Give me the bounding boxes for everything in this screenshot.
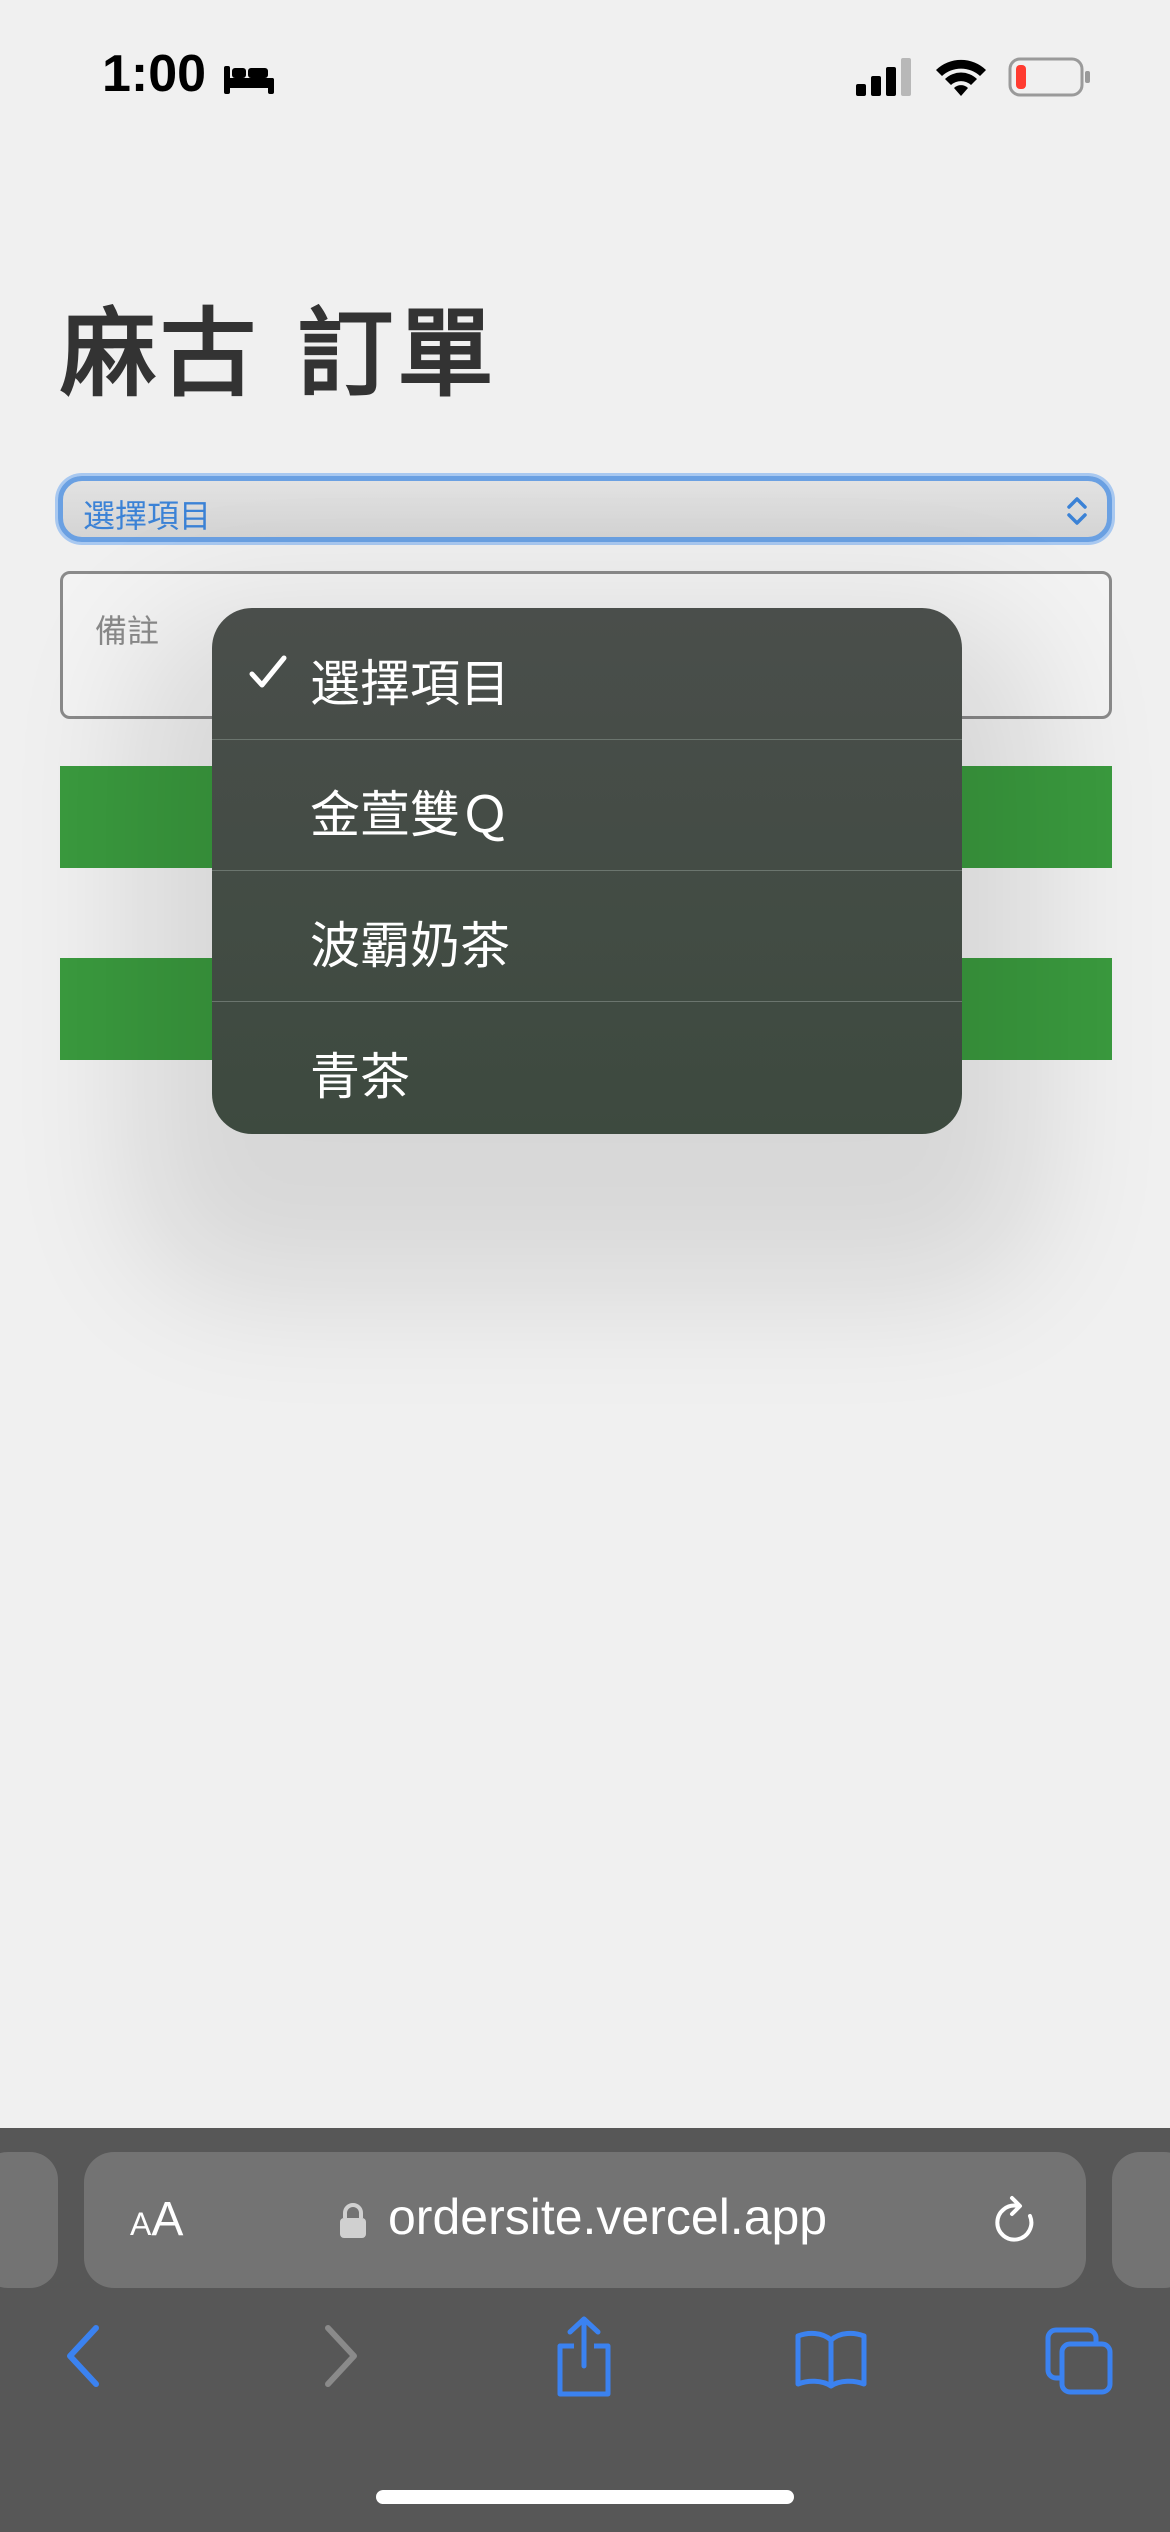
item-select[interactable]: 選擇項目 [58, 476, 1112, 542]
share-icon[interactable] [552, 2316, 616, 2398]
wifi-icon [936, 59, 986, 96]
back-icon[interactable] [62, 2322, 106, 2390]
dropdown-option-green-tea[interactable]: 青茶 [212, 1001, 962, 1132]
page-settings-button[interactable]: AA [130, 2192, 183, 2247]
dropdown-option-select-item[interactable]: 選擇項目 [212, 608, 962, 740]
lock-icon [340, 2203, 366, 2238]
page-title: 麻古 訂單 [60, 298, 498, 410]
select-chevrons-icon [1067, 497, 1087, 525]
dropdown-option-label: 波霸奶茶 [310, 917, 510, 975]
cellular-signal-icon [856, 58, 911, 96]
battery-low-icon [1008, 57, 1090, 97]
sleep-mode-icon [224, 66, 274, 94]
note-placeholder: 備註 [95, 612, 160, 650]
forward-icon[interactable] [318, 2322, 362, 2390]
dropdown-option-label: 青茶 [310, 1048, 410, 1106]
dropdown-option-label: 金萱雙Ｑ [310, 786, 510, 844]
dropdown-option-boba-milk-tea[interactable]: 波霸奶茶 [212, 870, 962, 1002]
item-select-value: 選擇項目 [83, 497, 212, 535]
select-dropdown-menu: 選擇項目 金萱雙Ｑ 波霸奶茶 青茶 [212, 608, 962, 1134]
dropdown-option-label: 選擇項目 [310, 655, 510, 713]
next-tab-preview[interactable] [1112, 2152, 1170, 2288]
previous-tab-preview[interactable] [0, 2152, 58, 2288]
url-text: ordersite.vercel.app [388, 2189, 828, 2245]
status-time: 1:00 [102, 45, 207, 103]
bookmarks-icon[interactable] [794, 2328, 868, 2390]
checkmark-icon [249, 655, 287, 688]
address-bar[interactable]: AA ordersite.vercel.app [84, 2152, 1086, 2288]
dropdown-option-jinxuan[interactable]: 金萱雙Ｑ [212, 739, 962, 871]
tabs-overview-icon[interactable] [1044, 2326, 1114, 2396]
reload-icon[interactable] [992, 2194, 1040, 2248]
home-indicator [376, 2490, 794, 2504]
